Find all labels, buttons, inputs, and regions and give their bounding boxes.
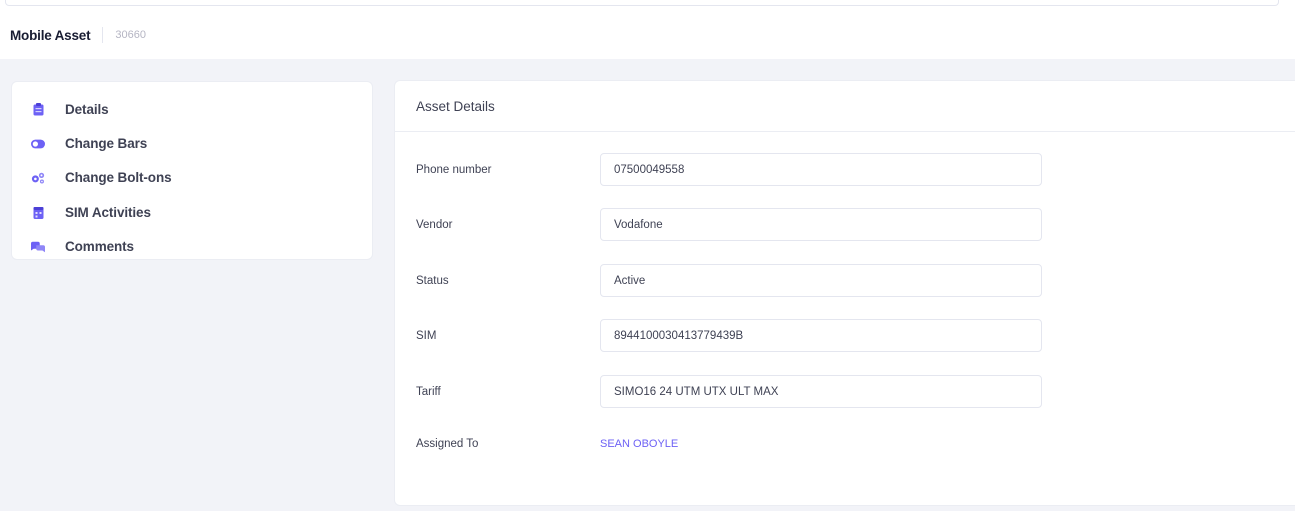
field-phone-number: Phone number — [416, 153, 1042, 186]
calendar-icon — [31, 205, 45, 219]
sidebar-item-label: SIM Activities — [65, 204, 151, 220]
sim-input[interactable] — [600, 319, 1042, 352]
assigned-to-label: Assigned To — [416, 438, 479, 450]
phone-number-label: Phone number — [416, 163, 492, 176]
tariff-label: Tariff — [416, 385, 441, 398]
sidebar-item-label: Details — [65, 101, 109, 117]
sidebar-item-label: Change Bolt-ons — [65, 170, 172, 186]
chat-icon — [31, 240, 45, 254]
assigned-to-link[interactable]: SEAN OBOYLE — [600, 438, 678, 450]
subheader: Mobile Asset 30660 — [10, 26, 146, 44]
subheader-divider — [102, 27, 104, 43]
sidebar-item-label: Change Bars — [65, 136, 148, 152]
sim-label: SIM — [416, 329, 437, 342]
vendor-label: Vendor — [416, 218, 453, 231]
vendor-input[interactable] — [600, 208, 1042, 241]
field-assigned-to: Assigned To SEAN OBOYLE — [416, 438, 678, 450]
clipboard-icon — [31, 102, 45, 116]
asset-id: 30660 — [115, 29, 146, 41]
toggle-icon — [31, 137, 45, 151]
field-status: Status — [416, 264, 1042, 297]
gears-icon — [31, 171, 45, 185]
sidebar-item-comments[interactable]: Comments — [12, 230, 372, 264]
status-label: Status — [416, 274, 449, 287]
asset-details-card: Asset Details Phone number Vendor Status… — [394, 80, 1295, 506]
top-search-field[interactable] — [5, 0, 1279, 6]
top-bar — [0, 0, 1295, 59]
phone-number-input[interactable] — [600, 153, 1042, 186]
page-title: Mobile Asset — [10, 27, 91, 43]
status-input[interactable] — [600, 264, 1042, 297]
field-tariff: Tariff — [416, 375, 1042, 408]
sidebar-item-details[interactable]: Details — [12, 92, 372, 126]
field-sim: SIM — [416, 319, 1042, 352]
field-vendor: Vendor — [416, 208, 1042, 241]
sidebar-item-change-bolt-ons[interactable]: Change Bolt-ons — [12, 161, 372, 195]
sidebar-item-sim-activities[interactable]: SIM Activities — [12, 195, 372, 229]
sidebar-item-change-bars[interactable]: Change Bars — [12, 126, 372, 160]
card-header: Asset Details — [395, 81, 1295, 132]
card-title: Asset Details — [416, 98, 495, 114]
sidebar-item-label: Comments — [65, 239, 134, 255]
sidebar-nav: Details Change Bars Change Bolt-ons SIM … — [11, 81, 373, 260]
tariff-input[interactable] — [600, 375, 1042, 408]
